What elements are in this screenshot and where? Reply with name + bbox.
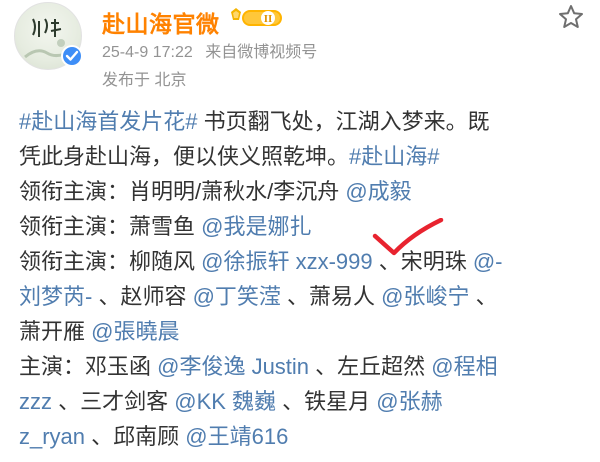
content-line: 领衔主演：肖明明/萧秋水/李沉舟 @成毅 bbox=[19, 174, 589, 209]
post-meta: 25-4-9 17:22 来自微博视频号 bbox=[102, 38, 325, 62]
mention-link[interactable]: @丁笑滢 bbox=[193, 284, 281, 309]
mention-link[interactable]: @李俊逸 Justin bbox=[157, 354, 309, 379]
post-timestamp[interactable]: 25-4-9 17:22 bbox=[102, 44, 193, 61]
mention-link[interactable]: @王靖616 bbox=[185, 424, 288, 449]
content-text: 领衔主演：萧雪鱼 bbox=[19, 214, 202, 239]
content-line: #赴山海首发片花# 书页翻飞处，江湖入梦来。既 bbox=[19, 104, 589, 139]
hashtag-link[interactable]: #赴山海首发片花# bbox=[19, 109, 197, 134]
content-text: 凭此身赴山海，便以侠义照乾坤。 bbox=[19, 144, 350, 169]
content-text: 萧开雁 bbox=[19, 319, 92, 344]
content-line: zzz 、三才剑客 @KK 魏巍 、铁星月 @张赫 bbox=[19, 384, 589, 419]
mention-link[interactable]: @張曉晨 bbox=[91, 319, 179, 344]
content-text: 领衔主演：柳随风 bbox=[19, 249, 202, 274]
mention-link[interactable]: @KK 魏巍 bbox=[174, 389, 276, 414]
mention-link[interactable]: @张赫 bbox=[376, 389, 442, 414]
mention-link[interactable]: @我是娜扎 bbox=[201, 214, 311, 239]
content-text: 、铁星月 bbox=[276, 389, 377, 414]
svg-text:II: II bbox=[264, 13, 273, 25]
mention-link[interactable]: @- bbox=[473, 249, 503, 274]
content-text: 领衔主演：肖明明/萧秋水/李沉舟 bbox=[19, 179, 346, 204]
red-checkmark-annotation bbox=[372, 218, 444, 256]
content-text: 、赵师容 bbox=[92, 284, 193, 309]
content-text: 、三才剑客 bbox=[52, 389, 175, 414]
mention-link[interactable]: @张峻宁 bbox=[381, 284, 469, 309]
content-text: 主演：邓玉函 bbox=[19, 354, 158, 379]
mention-link[interactable]: @成毅 bbox=[345, 179, 411, 204]
hashtag-link[interactable]: #赴山海# bbox=[349, 144, 439, 169]
vip-level-badge-icon[interactable]: II bbox=[228, 6, 286, 30]
content-line: 领衔主演：柳随风 @徐振轩 xzx-999 、宋明珠 @- bbox=[19, 244, 589, 279]
verified-badge-icon bbox=[61, 45, 83, 67]
content-text: 、左丘超然 bbox=[309, 354, 432, 379]
mention-link[interactable]: zzz bbox=[19, 389, 52, 414]
author-name[interactable]: 赴山海官微 bbox=[102, 5, 220, 39]
content-text: 、萧易人 bbox=[280, 284, 382, 309]
post-content: #赴山海首发片花# 书页翻飞处，江湖入梦来。既 凭此身赴山海，便以侠义照乾坤。#… bbox=[19, 104, 589, 454]
content-line: 刘梦芮- 、赵师容 @丁笑滢 、萧易人 @张峻宁 、 bbox=[19, 279, 589, 314]
mention-link[interactable]: z_ryan bbox=[19, 424, 85, 449]
post-location: 发布于 北京 bbox=[102, 72, 187, 89]
content-line: 主演：邓玉函 @李俊逸 Justin 、左丘超然 @程相 bbox=[19, 349, 589, 384]
content-text: 、 bbox=[469, 284, 498, 309]
profile-avatar[interactable] bbox=[14, 2, 83, 70]
mention-link[interactable]: 刘梦芮- bbox=[19, 284, 92, 309]
content-text: 书页翻飞处，江湖入梦来。既 bbox=[197, 109, 490, 134]
mention-link[interactable]: @程相 bbox=[431, 354, 497, 379]
mention-link[interactable]: @徐振轩 xzx-999 bbox=[201, 249, 372, 274]
content-text: 、邱南顾 bbox=[85, 424, 186, 449]
content-line: z_ryan 、邱南顾 @王靖616 bbox=[19, 419, 589, 454]
post-source[interactable]: 来自微博视频号 bbox=[205, 44, 317, 61]
content-line: 萧开雁 @張曉晨 bbox=[19, 314, 589, 349]
content-line: 凭此身赴山海，便以侠义照乾坤。#赴山海# bbox=[19, 139, 589, 174]
favorite-star-icon[interactable] bbox=[558, 4, 584, 30]
content-line: 领衔主演：萧雪鱼 @我是娜扎 bbox=[19, 209, 589, 244]
